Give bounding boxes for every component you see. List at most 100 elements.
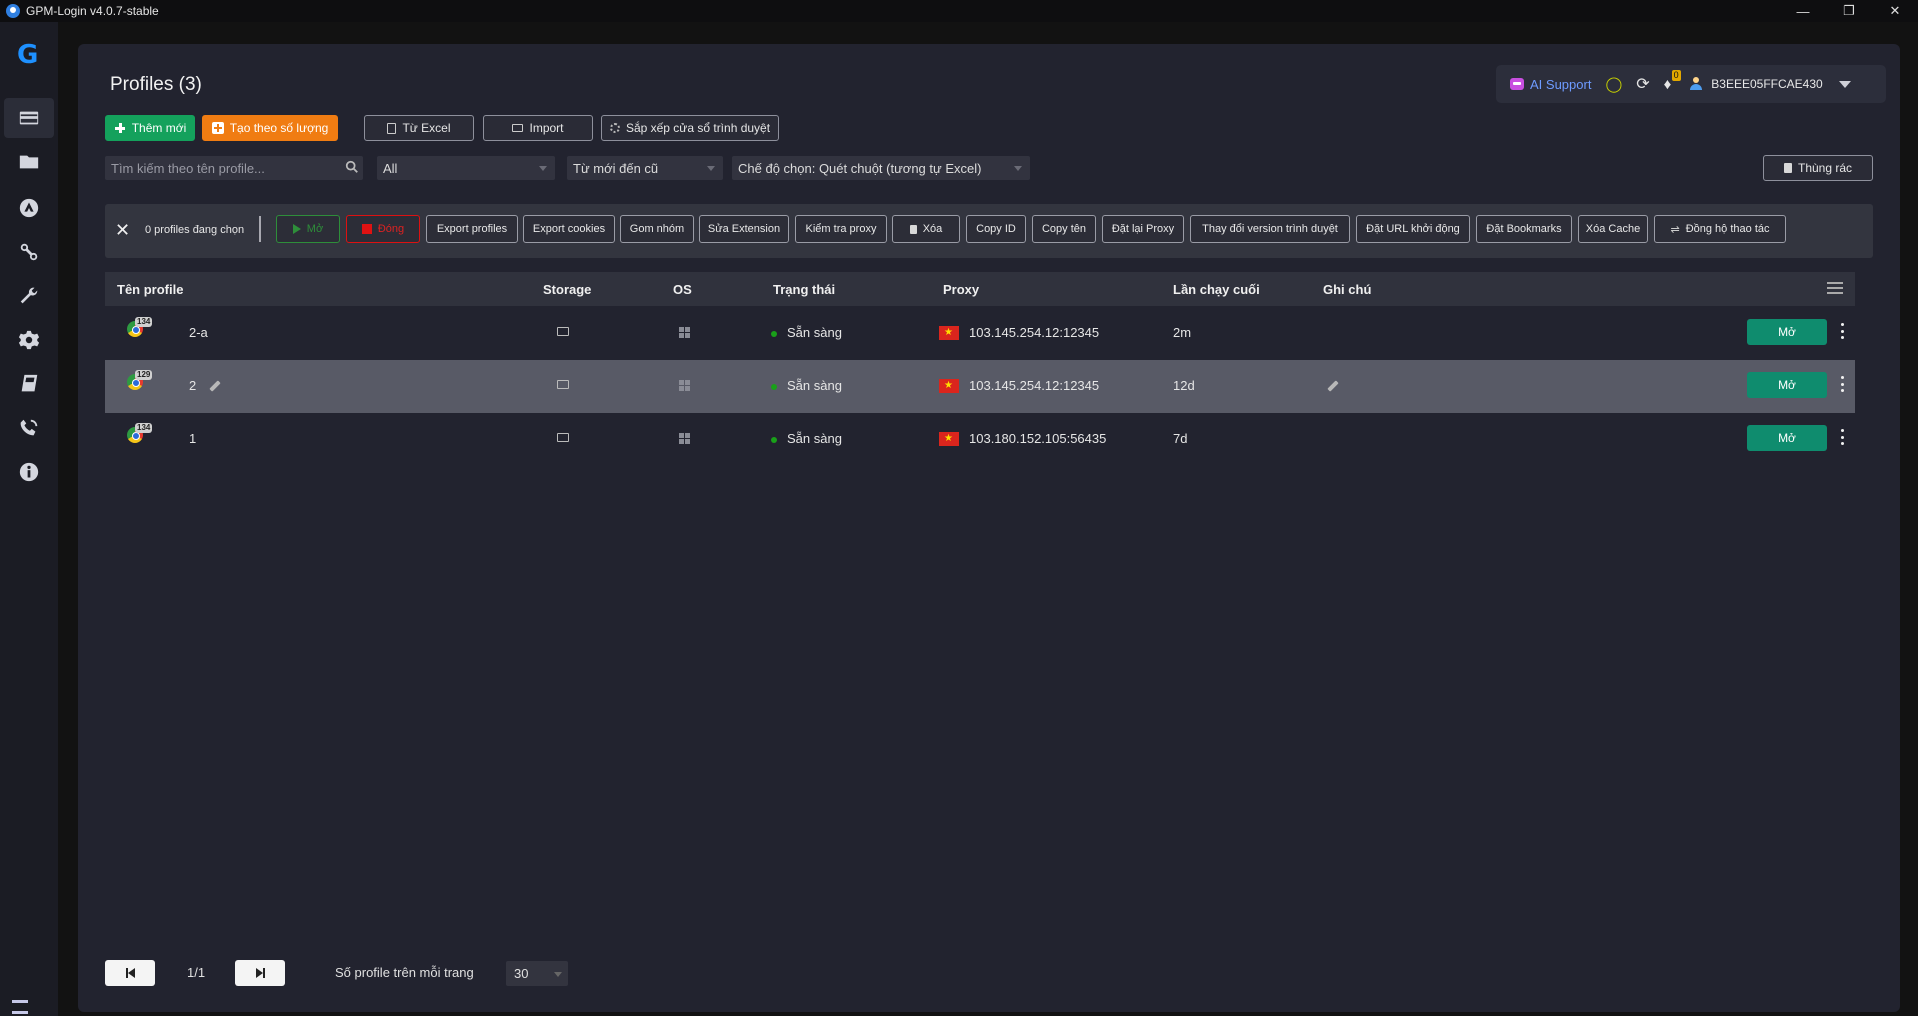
bell-icon[interactable]: ♦ 0 xyxy=(1664,69,1681,93)
column-menu-icon[interactable] xyxy=(1827,282,1843,294)
bulk-close-button[interactable]: Đóng xyxy=(346,215,420,243)
open-profile-button[interactable]: Mở xyxy=(1747,372,1827,398)
settings-icon xyxy=(18,330,40,350)
col-notes[interactable]: Ghi chú xyxy=(1323,282,1371,297)
open-profile-button[interactable]: Mở xyxy=(1747,319,1827,345)
col-os[interactable]: OS xyxy=(673,282,692,297)
last-page-button[interactable] xyxy=(235,960,285,986)
profile-last-run: 2m xyxy=(1173,325,1192,340)
page-title: Profiles (3) xyxy=(110,74,202,95)
edit-name-icon[interactable] xyxy=(209,380,221,392)
table-row[interactable]: 129 2 Sẵn sàng 103.145.254.12:12345 12d … xyxy=(105,360,1855,413)
from-excel-button[interactable]: Từ Excel xyxy=(364,115,474,141)
status-dot xyxy=(771,384,777,390)
more-options-icon[interactable] xyxy=(1841,429,1845,445)
export-cookies-button[interactable]: Export cookies xyxy=(523,215,615,243)
sidebar-item-store[interactable] xyxy=(4,188,54,228)
title-bar: GPM-Login v4.0.7-stable — ❐ ✕ xyxy=(0,0,1918,22)
sidebar: G xyxy=(0,22,58,1016)
maximize-button[interactable]: ❐ xyxy=(1826,0,1872,22)
close-icon[interactable]: ✕ xyxy=(115,220,130,241)
skip-forward-icon xyxy=(262,968,265,978)
edit-note-icon[interactable] xyxy=(1327,380,1339,392)
profile-proxy: 103.145.254.12:12345 xyxy=(969,325,1100,340)
bulk-close-label: Đóng xyxy=(377,223,405,235)
folder-icon[interactable] xyxy=(557,327,569,336)
delete-button[interactable]: Xóa xyxy=(892,215,960,243)
trash-icon xyxy=(909,224,917,234)
reset-proxy-button[interactable]: Đặt lại Proxy xyxy=(1102,215,1184,243)
search-field[interactable] xyxy=(105,156,363,180)
profile-last-run: 12d xyxy=(1173,378,1195,393)
sidebar-item-groups[interactable] xyxy=(4,142,54,182)
open-profile-button[interactable]: Mở xyxy=(1747,425,1827,451)
skip-forward-arrow xyxy=(255,968,263,978)
lightbulb-icon[interactable]: ◯ xyxy=(1605,75,1622,93)
col-name[interactable]: Tên profile xyxy=(117,282,183,297)
sidebar-item-support[interactable] xyxy=(4,408,54,448)
arrange-windows-button[interactable]: Sắp xếp cửa sổ trình duyệt xyxy=(601,115,779,141)
gpm-logo-icon[interactable]: G xyxy=(17,42,43,68)
table-row[interactable]: 134 2-a Sẵn sàng 103.145.254.12:12345 2m… xyxy=(105,307,1855,360)
change-browser-version-button[interactable]: Thay đổi version trình duyệt xyxy=(1190,215,1350,243)
export-profiles-button[interactable]: Export profiles xyxy=(426,215,518,243)
ai-support-link[interactable]: AI Support xyxy=(1510,77,1591,92)
sort-select[interactable]: Từ mới đến cũ xyxy=(567,156,723,180)
per-page-select[interactable]: 30 xyxy=(506,961,568,986)
first-page-button[interactable] xyxy=(105,960,155,986)
check-proxy-button[interactable]: Kiểm tra proxy xyxy=(795,215,887,243)
group-button[interactable]: Gom nhóm xyxy=(620,215,694,243)
import-button[interactable]: Import xyxy=(483,115,593,141)
set-startup-url-button[interactable]: Đặt URL khởi động xyxy=(1356,215,1470,243)
sidebar-item-profiles[interactable] xyxy=(4,98,54,138)
table-row[interactable]: 134 1 Sẵn sàng 103.180.152.105:56435 7d … xyxy=(105,413,1855,466)
minimize-button[interactable]: — xyxy=(1780,0,1826,22)
stop-icon xyxy=(361,224,372,234)
search-input[interactable] xyxy=(111,160,363,176)
folder-icon[interactable] xyxy=(557,380,569,389)
col-proxy[interactable]: Proxy xyxy=(943,282,979,297)
sidebar-item-tools[interactable] xyxy=(4,276,54,316)
select-mode-select[interactable]: Chế độ chọn: Quét chuột (tương tự Excel) xyxy=(732,156,1030,180)
profile-proxy: 103.180.152.105:56435 xyxy=(969,431,1107,446)
sidebar-item-docs[interactable] xyxy=(4,364,54,404)
set-bookmarks-button[interactable]: Đặt Bookmarks xyxy=(1476,215,1572,243)
play-icon xyxy=(292,224,301,234)
more-options-icon[interactable] xyxy=(1841,376,1845,392)
windows-icon xyxy=(679,380,691,392)
windows-icon xyxy=(679,327,691,339)
delete-label: Xóa xyxy=(922,223,943,235)
sync-icon[interactable]: ⟳ xyxy=(1636,74,1649,94)
sync-actions-button[interactable]: ⇌ Đồng hộ thao tác xyxy=(1654,215,1786,243)
sidebar-item-info[interactable] xyxy=(4,452,54,492)
bulk-open-button[interactable]: Mở xyxy=(276,215,340,243)
more-options-icon[interactable] xyxy=(1841,323,1845,339)
col-status[interactable]: Trạng thái xyxy=(773,282,835,297)
col-last-run[interactable]: Lần chạy cuối xyxy=(1173,282,1260,297)
sidebar-item-settings[interactable] xyxy=(4,320,54,360)
add-new-button[interactable]: Thêm mới xyxy=(105,115,195,141)
trash-label: Thùng rác xyxy=(1797,161,1853,175)
bulk-create-button[interactable]: Tạo theo số lượng xyxy=(202,115,338,141)
info-icon xyxy=(19,462,39,482)
user-menu[interactable]: B3EEE05FFCAE430 xyxy=(1689,77,1851,91)
folder-icon[interactable] xyxy=(557,433,569,442)
trash-button[interactable]: Thùng rác xyxy=(1763,155,1873,181)
col-storage[interactable]: Storage xyxy=(543,282,591,297)
group-select[interactable]: All xyxy=(377,156,555,180)
copy-id-button[interactable]: Copy ID xyxy=(966,215,1026,243)
profile-proxy: 103.145.254.12:12345 xyxy=(969,378,1100,393)
status-dot xyxy=(771,437,777,443)
import-label: Import xyxy=(529,121,564,135)
clear-cache-button[interactable]: Xóa Cache xyxy=(1578,215,1648,243)
chevron-down-icon xyxy=(1838,80,1851,88)
edit-extension-button[interactable]: Sửa Extension xyxy=(699,215,789,243)
vietnam-flag-icon xyxy=(939,432,959,446)
close-window-button[interactable]: ✕ xyxy=(1872,0,1918,22)
sidebar-item-proxy[interactable] xyxy=(4,232,54,272)
profile-status: Sẵn sàng xyxy=(787,378,842,393)
menu-icon[interactable] xyxy=(12,1000,28,1014)
copy-name-button[interactable]: Copy tên xyxy=(1032,215,1096,243)
tools-icon xyxy=(20,287,38,304)
chevron-down-icon xyxy=(539,166,547,171)
